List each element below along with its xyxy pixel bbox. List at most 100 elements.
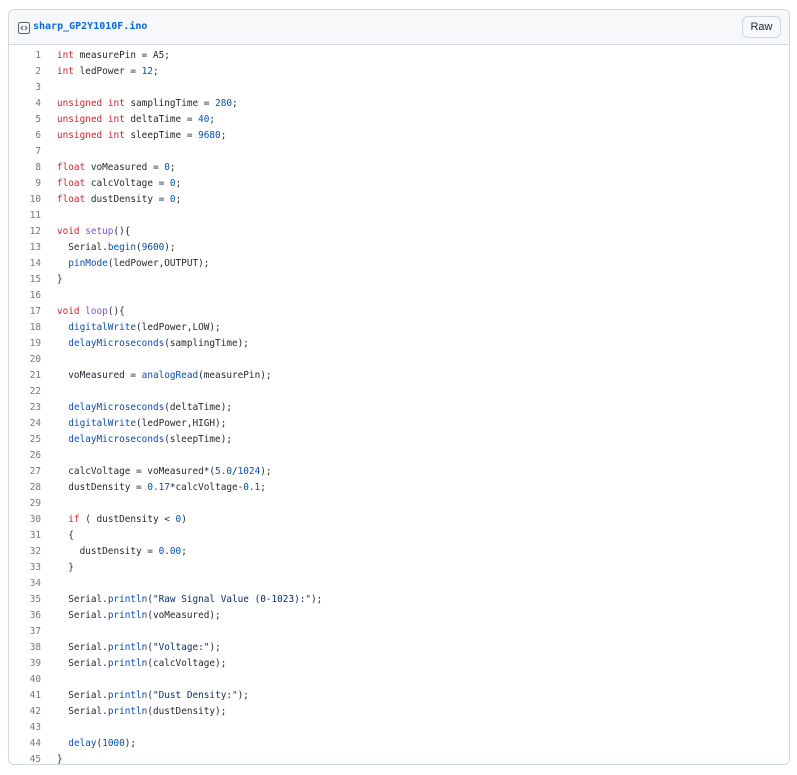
line-number[interactable]: 45 (9, 752, 41, 764)
line-number[interactable]: 1 (9, 48, 41, 64)
code-token: 40 (198, 114, 210, 125)
code-line: 28 dustDensity = 0.17*calcVoltage-0.1; (9, 480, 789, 496)
line-number[interactable]: 42 (9, 704, 41, 720)
line-number[interactable]: 17 (9, 304, 41, 320)
code-line: 38 Serial.println("Voltage:"); (9, 640, 789, 656)
code-token: ledPower = (73, 66, 142, 77)
line-number[interactable]: 37 (9, 624, 41, 640)
line-code: Serial.println("Voltage:"); (41, 640, 220, 656)
line-number[interactable]: 10 (9, 192, 41, 208)
code-token: println (107, 642, 148, 653)
line-number[interactable]: 11 (9, 208, 41, 224)
line-number[interactable]: 40 (9, 672, 41, 688)
code-token: dustDensity = (85, 194, 170, 205)
code-line: 12 void setup(){ (9, 224, 789, 240)
line-number[interactable]: 41 (9, 688, 41, 704)
line-number[interactable]: 34 (9, 576, 41, 592)
line-number[interactable]: 24 (9, 416, 41, 432)
code-token: (calcVoltage); (147, 658, 227, 669)
raw-button[interactable]: Raw (742, 16, 781, 38)
code-line: 19 delayMicroseconds(samplingTime); (9, 336, 789, 352)
code-token: ; (169, 162, 176, 173)
code-token: ; (232, 98, 238, 109)
code-token: ; (260, 482, 266, 493)
code-line: 30 if ( dustDensity < 0) (9, 512, 789, 528)
line-code: unsigned int sleepTime = 9680; (41, 128, 226, 144)
line-number[interactable]: 28 (9, 480, 41, 496)
line-number[interactable]: 29 (9, 496, 41, 512)
code-token: dustDensity = (57, 482, 148, 493)
line-number[interactable]: 39 (9, 656, 41, 672)
code-token: delay (68, 738, 97, 749)
code-line: 3 (9, 80, 789, 96)
line-code: int ledPower = 12; (41, 64, 159, 80)
line-number[interactable]: 16 (9, 288, 41, 304)
line-number[interactable]: 30 (9, 512, 41, 528)
code-token: ; (220, 130, 227, 141)
code-line: 8 float voMeasured = 0; (9, 160, 789, 176)
code-token: 0.17 (147, 482, 170, 493)
code-token: "Raw Signal Value (0-1023):" (152, 594, 312, 605)
line-number[interactable]: 20 (9, 352, 41, 368)
code-token: if (68, 514, 80, 525)
code-token: println (107, 658, 148, 669)
code-token: { (57, 530, 74, 541)
code-token: measurePin = A5; (73, 50, 170, 61)
line-code: void loop(){ (41, 304, 125, 320)
line-number[interactable]: 31 (9, 528, 41, 544)
line-number[interactable]: 32 (9, 544, 41, 560)
line-number[interactable]: 36 (9, 608, 41, 624)
code-token: ); (124, 738, 137, 749)
line-number[interactable]: 15 (9, 272, 41, 288)
code-token: } (57, 274, 63, 285)
line-number[interactable]: 21 (9, 368, 41, 384)
line-number[interactable]: 9 (9, 176, 41, 192)
line-number[interactable]: 38 (9, 640, 41, 656)
line-number[interactable]: 18 (9, 320, 41, 336)
code-token: Serial. (57, 706, 108, 717)
code-line: 44 delay(1000); (9, 736, 789, 752)
code-token: (voMeasured); (147, 610, 221, 621)
line-code: } (41, 560, 74, 576)
code-token: ; (152, 66, 159, 77)
line-code: digitalWrite(ledPower,HIGH); (41, 416, 226, 432)
code-token: float (57, 194, 86, 205)
code-token: println (107, 706, 148, 717)
code-line: 16 (9, 288, 789, 304)
file-name-link[interactable]: sharp_GP2Y1010F.ino (33, 20, 147, 34)
line-number[interactable]: 27 (9, 464, 41, 480)
code-line: 42 Serial.println(dustDensity); (9, 704, 789, 720)
line-number[interactable]: 19 (9, 336, 41, 352)
code-token: delayMicroseconds (68, 402, 165, 413)
code-line: 20 (9, 352, 789, 368)
line-number[interactable]: 43 (9, 720, 41, 736)
line-number[interactable]: 22 (9, 384, 41, 400)
code-line: 37 (9, 624, 789, 640)
code-line: 11 (9, 208, 789, 224)
line-number[interactable]: 5 (9, 112, 41, 128)
line-number[interactable]: 33 (9, 560, 41, 576)
line-number[interactable]: 8 (9, 160, 41, 176)
line-number[interactable]: 7 (9, 144, 41, 160)
line-code: unsigned int samplingTime = 280; (41, 96, 238, 112)
line-number[interactable]: 14 (9, 256, 41, 272)
line-code: Serial.println("Dust Density:"); (41, 688, 249, 704)
line-number[interactable]: 6 (9, 128, 41, 144)
line-number[interactable]: 25 (9, 432, 41, 448)
line-number[interactable]: 13 (9, 240, 41, 256)
line-code: float dustDensity = 0; (41, 192, 181, 208)
code-line: 24 digitalWrite(ledPower,HIGH); (9, 416, 789, 432)
line-number[interactable]: 3 (9, 80, 41, 96)
line-number[interactable]: 35 (9, 592, 41, 608)
code-token: int (107, 130, 125, 141)
code-token: voMeasured = (57, 370, 142, 381)
line-number[interactable]: 12 (9, 224, 41, 240)
line-number[interactable]: 44 (9, 736, 41, 752)
code-token: 0.00 (158, 546, 182, 557)
code-line: 43 (9, 720, 789, 736)
line-number[interactable]: 2 (9, 64, 41, 80)
line-number[interactable]: 26 (9, 448, 41, 464)
line-number[interactable]: 23 (9, 400, 41, 416)
line-number[interactable]: 4 (9, 96, 41, 112)
